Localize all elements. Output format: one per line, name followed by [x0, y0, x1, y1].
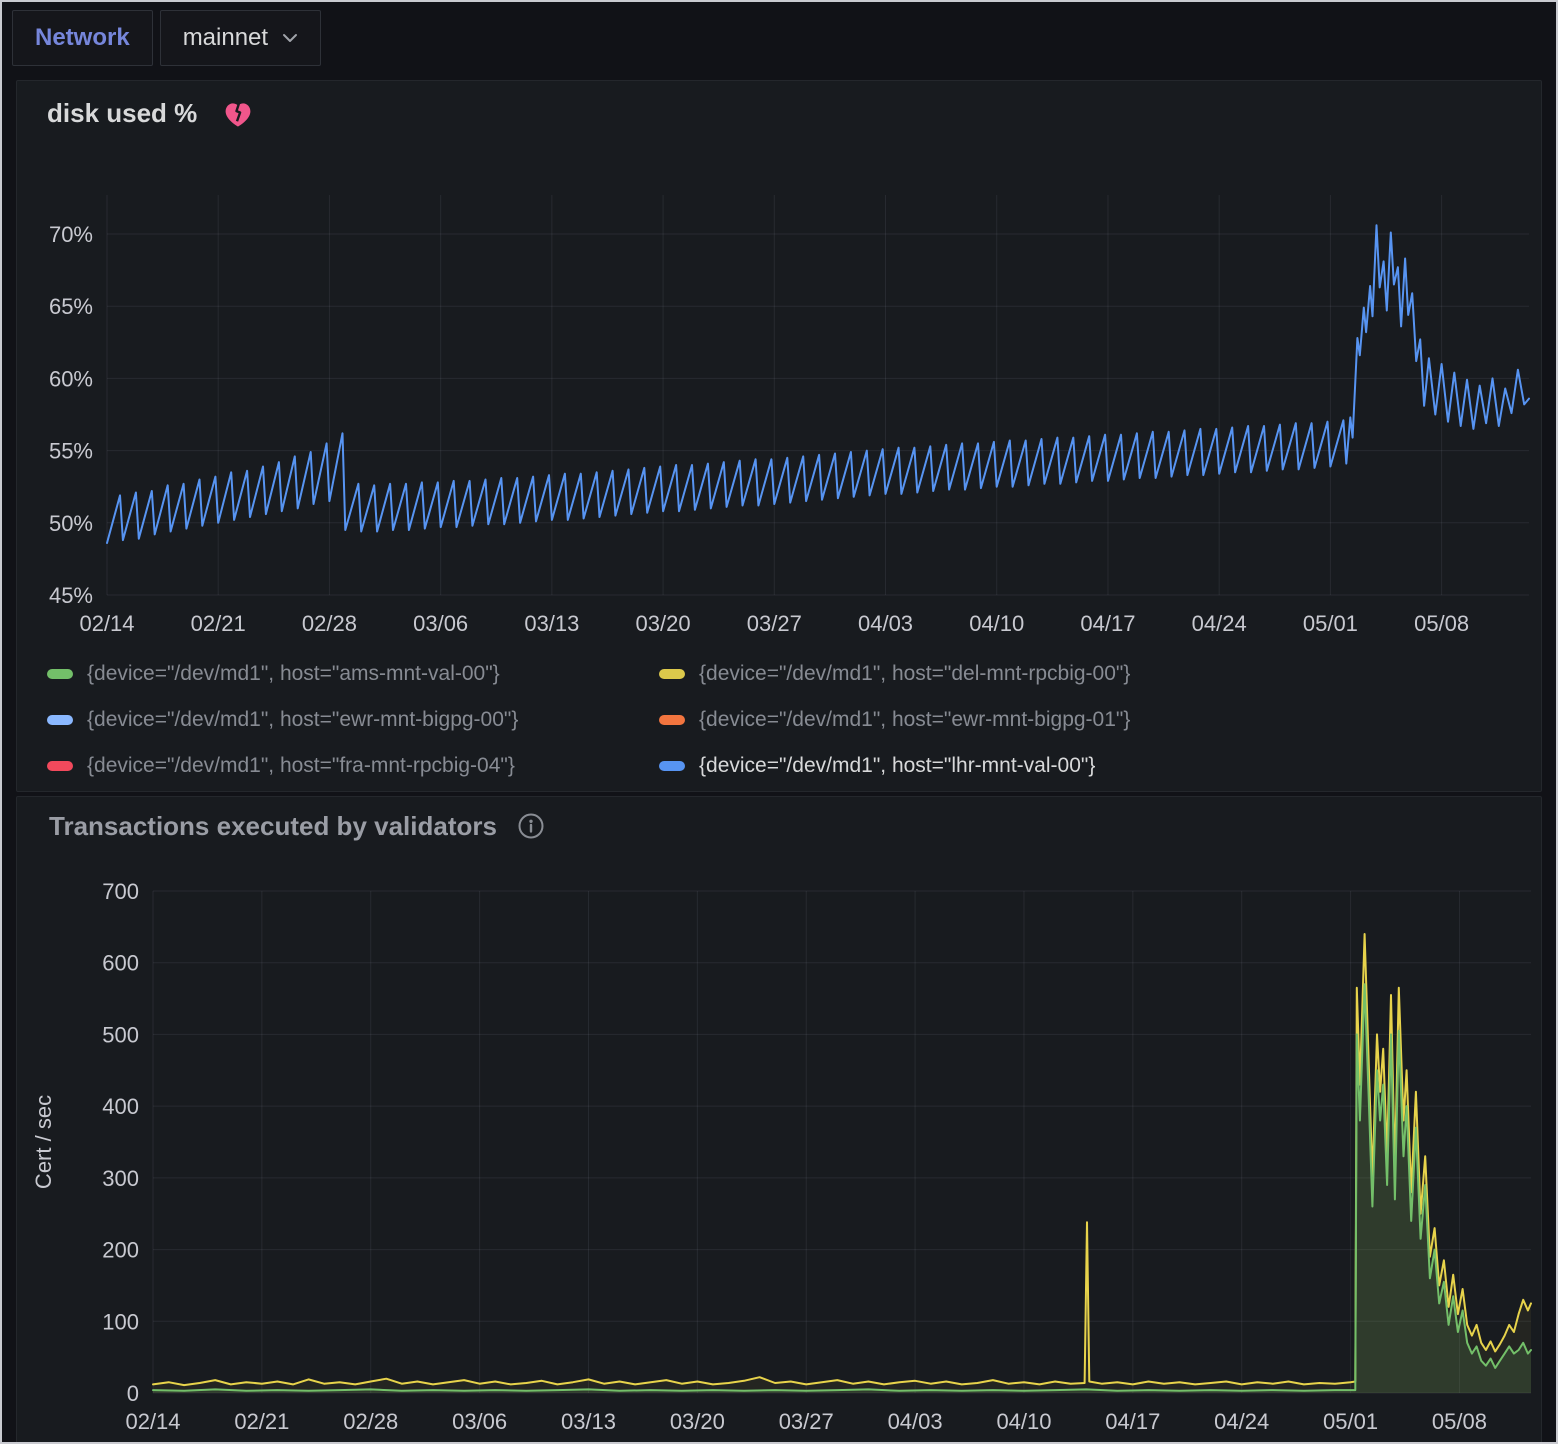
x-tick-label: 03/27 [779, 1409, 834, 1434]
x-tick-label: 03/27 [747, 611, 802, 636]
legend-label[interactable]: {device="/dev/md1", host="ams-mnt-val-00… [87, 662, 500, 686]
x-tick-label: 05/08 [1414, 611, 1469, 636]
y-tick-label: 400 [102, 1094, 139, 1119]
x-tick-label: 04/17 [1080, 611, 1135, 636]
x-tick-label: 03/13 [561, 1409, 616, 1434]
x-tick-label: 04/10 [996, 1409, 1051, 1434]
legend-label[interactable]: {device="/dev/md1", host="lhr-mnt-val-00… [699, 754, 1095, 778]
legend-item[interactable]: {device="/dev/md1", host="ewr-mnt-bigpg-… [47, 697, 659, 743]
disk-used-chart[interactable]: 45% 50% 55% 60% 65% 70% 02/14 02/21 02/28 03/06 03… [17, 133, 1547, 645]
series-line [153, 984, 1531, 1391]
x-tick-label: 04/03 [888, 1409, 943, 1434]
network-variable-label: Network [35, 24, 130, 52]
legend-label[interactable]: {device="/dev/md1", host="del-mnt-rpcbig… [699, 662, 1130, 686]
y-tick-label: 200 [102, 1238, 139, 1263]
x-tick-label: 02/21 [234, 1409, 289, 1434]
legend-swatch [659, 669, 685, 679]
y-tick-label: 700 [102, 879, 139, 904]
y-tick-label: 600 [102, 951, 139, 976]
x-tick-label: 04/17 [1105, 1409, 1160, 1434]
x-tick-label: 03/06 [452, 1409, 507, 1434]
grafana-dashboard: Network mainnet disk used % 45% 50% 55% 60%… [0, 0, 1558, 1444]
x-tick-label: 02/28 [343, 1409, 398, 1434]
y-tick-label: 50% [49, 511, 93, 536]
panel-disk-used: disk used % 45% 50% 55% 60% 65% 70% 02/14 02/21… [16, 80, 1542, 792]
series-area [153, 934, 1531, 1393]
legend-item[interactable]: {device="/dev/md1", host="ams-mnt-val-00… [47, 651, 659, 697]
legend-swatch [47, 761, 73, 771]
x-tick-label: 04/24 [1214, 1409, 1269, 1434]
y-tick-label: 60% [49, 366, 93, 391]
network-variable-label-box: Network [12, 10, 153, 66]
x-tick-label: 05/01 [1303, 611, 1358, 636]
legend-item[interactable]: {device="/dev/md1", host="fra-mnt-rpcbig… [47, 743, 659, 789]
legend-swatch [47, 715, 73, 725]
x-tick-label: 04/03 [858, 611, 913, 636]
legend-swatch [659, 761, 685, 771]
x-tick-label: 02/28 [302, 611, 357, 636]
broken-heart-icon [221, 98, 255, 129]
network-variable-value[interactable]: mainnet [183, 24, 268, 52]
x-tick-label: 04/10 [969, 611, 1024, 636]
x-tick-label: 02/21 [191, 611, 246, 636]
x-tick-label: 04/24 [1192, 611, 1247, 636]
x-tick-label: 03/06 [413, 611, 468, 636]
legend-label[interactable]: {device="/dev/md1", host="ewr-mnt-bigpg-… [87, 708, 518, 732]
y-axis-title: Cert / sec [31, 1095, 56, 1189]
x-tick-label: 05/01 [1323, 1409, 1378, 1434]
y-tick-label: 100 [102, 1309, 139, 1334]
info-icon[interactable] [517, 812, 545, 840]
transactions-chart[interactable]: Cert / sec 0 100 200 300 400 500 600 700 02/14 02… [17, 843, 1547, 1443]
variable-bar: Network mainnet [2, 2, 1556, 74]
legend-item[interactable]: {device="/dev/md1", host="lhr-mnt-val-00… [659, 743, 1541, 789]
panel-transactions: Transactions executed by validators Cert… [16, 796, 1542, 1444]
legend-label[interactable]: {device="/dev/md1", host="fra-mnt-rpcbig… [87, 754, 515, 778]
x-tick-label: 05/08 [1432, 1409, 1487, 1434]
legend-swatch [659, 715, 685, 725]
y-tick-label: 45% [49, 583, 93, 608]
panel-title-transactions[interactable]: Transactions executed by validators [49, 811, 497, 842]
x-tick-label: 03/13 [524, 611, 579, 636]
disk-used-legend: {device="/dev/md1", host="ams-mnt-val-00… [47, 651, 1541, 789]
panel-title-disk-used[interactable]: disk used % [47, 98, 197, 129]
legend-item[interactable]: {device="/dev/md1", host="del-mnt-rpcbig… [659, 651, 1541, 697]
y-tick-label: 65% [49, 294, 93, 319]
legend-item[interactable]: {device="/dev/md1", host="ewr-mnt-bigpg-… [659, 697, 1541, 743]
x-tick-label: 02/14 [125, 1409, 180, 1434]
x-tick-label: 03/20 [670, 1409, 725, 1434]
network-variable-dropdown[interactable]: mainnet [160, 10, 321, 66]
y-tick-label: 0 [127, 1381, 139, 1406]
x-tick-label: 03/20 [636, 611, 691, 636]
chevron-down-icon [282, 33, 298, 43]
y-tick-label: 70% [49, 222, 93, 247]
series-line [153, 934, 1531, 1385]
x-tick-label: 02/14 [79, 611, 134, 636]
series-line [107, 225, 1529, 543]
legend-swatch [47, 669, 73, 679]
y-tick-label: 55% [49, 439, 93, 464]
y-tick-label: 500 [102, 1022, 139, 1047]
y-tick-label: 300 [102, 1166, 139, 1191]
legend-label[interactable]: {device="/dev/md1", host="ewr-mnt-bigpg-… [699, 708, 1130, 732]
series-area [153, 984, 1531, 1393]
